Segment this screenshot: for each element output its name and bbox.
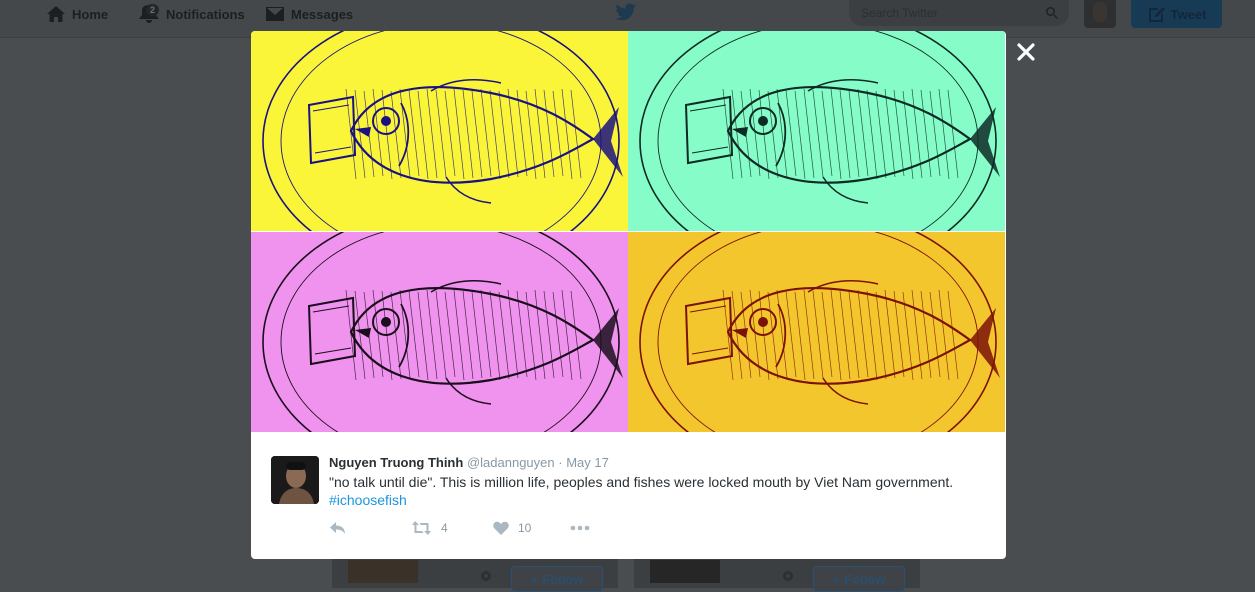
search-input[interactable]: Search Twitter [849, 0, 1069, 26]
close-icon [1017, 43, 1035, 61]
tweet-header: Nguyen Truong Thinh @ladannguyen · May 1… [329, 455, 609, 470]
close-modal-button[interactable] [1014, 40, 1038, 64]
like-count: 10 [518, 521, 532, 535]
hashtag-link[interactable]: #ichoosefish [329, 491, 989, 509]
fish-panel [628, 31, 1005, 231]
tweet-body: "no talk until die". This is million lif… [329, 474, 954, 490]
home-icon [47, 6, 65, 22]
nav-home-label: Home [72, 6, 109, 22]
suggestion-avatar [650, 560, 720, 583]
fish-illustration [262, 31, 623, 231]
notifications-count-badge: 2 [146, 4, 160, 16]
tweet-text: "no talk until die". This is million lif… [329, 473, 989, 509]
fish-illustration [639, 31, 1000, 231]
follow-button-label: Follow [542, 571, 584, 587]
more-button[interactable] [570, 525, 590, 531]
retweet-count: 4 [441, 521, 448, 535]
nav-home[interactable]: Home [46, 0, 108, 28]
messages-icon [266, 7, 284, 21]
retweet-button[interactable]: 4 [411, 521, 448, 535]
heart-icon [493, 521, 509, 535]
author-portrait-image [271, 456, 319, 504]
twitter-logo-icon[interactable] [615, 3, 637, 21]
nav-notifications[interactable]: 2 Notifications [138, 0, 245, 28]
follow-add-user-icon: + [530, 571, 539, 587]
fish-illustration [639, 232, 1000, 432]
media-modal: Nguyen Truong Thinh @ladannguyen · May 1… [251, 31, 1006, 559]
nav-notifications-label: Notifications [166, 6, 245, 22]
more-dots-icon [570, 525, 590, 531]
follow-add-user-icon: + [832, 571, 841, 587]
like-button[interactable]: 10 [493, 521, 531, 535]
gear-icon[interactable] [478, 568, 494, 584]
user-avatar[interactable] [1084, 0, 1116, 28]
gear-icon[interactable] [780, 568, 796, 584]
retweet-icon [412, 521, 431, 535]
follow-button[interactable]: + Follow [813, 566, 905, 592]
fish-panel [251, 31, 628, 231]
follow-button[interactable]: + Follow [511, 566, 603, 592]
reply-icon [330, 522, 345, 534]
author-avatar[interactable] [271, 456, 319, 504]
compose-tweet-button[interactable]: Tweet [1131, 0, 1222, 28]
author-handle[interactable]: @ladannguyen [467, 455, 555, 470]
search-icon[interactable] [1045, 6, 1059, 20]
header-separator: · [558, 455, 563, 470]
notifications-icon: 2 [138, 4, 160, 24]
author-fullname[interactable]: Nguyen Truong Thinh [329, 455, 463, 470]
fish-panel [628, 232, 1005, 432]
compose-tweet-label: Tweet [1170, 6, 1207, 22]
fish-panel [251, 232, 628, 432]
compose-icon [1148, 7, 1165, 22]
suggestion-avatar [348, 560, 418, 583]
follow-button-label: Follow [844, 571, 886, 587]
tweet-media-image[interactable] [251, 31, 1006, 432]
search-placeholder: Search Twitter [861, 6, 938, 20]
reply-button[interactable] [329, 521, 346, 535]
nav-messages-label: Messages [291, 6, 354, 22]
tweet-details: Nguyen Truong Thinh @ladannguyen · May 1… [251, 432, 1006, 559]
tweet-timestamp[interactable]: May 17 [566, 455, 609, 470]
nav-messages[interactable]: Messages [265, 0, 353, 28]
fish-illustration [262, 232, 623, 432]
